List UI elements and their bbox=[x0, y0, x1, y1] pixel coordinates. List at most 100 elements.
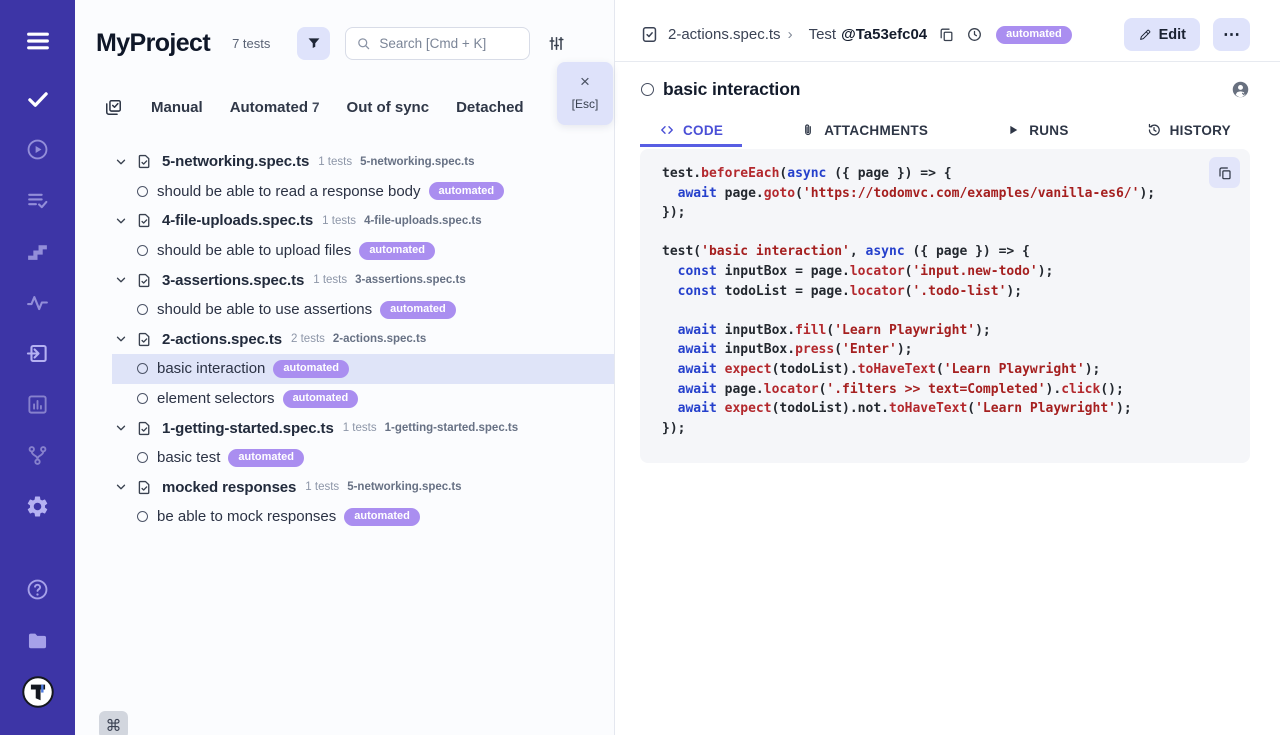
tab-runs[interactable]: RUNS bbox=[986, 116, 1087, 147]
esc-tooltip[interactable]: × [Esc] bbox=[557, 62, 613, 125]
code-block: test.beforeEach(async ({ page }) => { aw… bbox=[640, 149, 1250, 463]
detail-tabs: CODE ATTACHMENTS RUNS HISTORY bbox=[640, 116, 1250, 147]
spec-file-name: 2-actions.spec.ts bbox=[333, 333, 426, 345]
copy-code-button[interactable] bbox=[1209, 157, 1240, 188]
tree-test-row[interactable]: should be able to upload files automated bbox=[75, 236, 614, 266]
spec-file-name: 5-networking.spec.ts bbox=[347, 481, 461, 493]
code-content: test.beforeEach(async ({ page }) => { aw… bbox=[662, 164, 1210, 438]
test-status-icon bbox=[137, 304, 148, 315]
test-status-icon bbox=[137, 452, 148, 463]
tests-count: 7 tests bbox=[232, 36, 270, 51]
spec-file-icon bbox=[136, 331, 153, 348]
spec-file-name: 3-assertions.spec.ts bbox=[355, 274, 466, 286]
tree-test-row[interactable]: element selectorsautomated bbox=[75, 384, 614, 414]
chevron-down-icon[interactable] bbox=[114, 214, 128, 228]
sidebar bbox=[0, 0, 75, 735]
sidebar-branch-icon[interactable] bbox=[16, 430, 60, 481]
spec-name: mocked responses bbox=[162, 479, 296, 496]
spec-test-count: 1 tests bbox=[305, 481, 339, 493]
chevron-down-icon[interactable] bbox=[114, 421, 128, 435]
filter-tab-manual[interactable]: Manual bbox=[151, 99, 203, 116]
spec-file-name: 5-networking.spec.ts bbox=[360, 156, 474, 168]
tab-code[interactable]: CODE bbox=[640, 116, 742, 147]
detail-header: 2-actions.spec.ts › Test @Ta53efc04 auto… bbox=[615, 0, 1280, 62]
breadcrumb-entity: Test bbox=[809, 26, 837, 43]
automated-badge: automated bbox=[273, 360, 349, 378]
esc-label: [Esc] bbox=[572, 97, 599, 111]
tree-spec-row[interactable]: 5-networking.spec.ts 1 tests 5-networking.… bbox=[75, 147, 614, 177]
tree-spec-row[interactable]: mocked responses 1 tests 5-networking.spec… bbox=[75, 473, 614, 503]
chevron-down-icon[interactable] bbox=[114, 155, 128, 169]
tree-spec-row[interactable]: 1-getting-started.spec.ts1 tests1-gettin… bbox=[75, 413, 614, 443]
sidebar-logo-icon[interactable] bbox=[16, 666, 60, 717]
test-id: @Ta53efc04 bbox=[841, 26, 927, 43]
sidebar-pulse-icon[interactable] bbox=[16, 277, 60, 328]
breadcrumb-spec[interactable]: 2-actions.spec.ts bbox=[668, 26, 781, 43]
chevron-down-icon[interactable] bbox=[114, 480, 128, 494]
spec-name: 4-file-uploads.spec.ts bbox=[162, 212, 313, 229]
tree-test-row[interactable]: basic testautomated bbox=[75, 443, 614, 473]
tree-spec-row[interactable]: 4-file-uploads.spec.ts1 tests4-file-uplo… bbox=[75, 206, 614, 236]
spec-file-name: 1-getting-started.spec.ts bbox=[385, 422, 519, 434]
tree-test-row[interactable]: should be able to use assertionsautomate… bbox=[75, 295, 614, 325]
sidebar-bar-chart-icon[interactable] bbox=[16, 379, 60, 430]
test-tree: 5-networking.spec.ts 1 tests 5-networking.… bbox=[75, 147, 614, 532]
test-status-icon bbox=[137, 363, 148, 374]
filter-tab-automated[interactable]: Automated7 bbox=[230, 99, 320, 116]
spec-test-count: 2 tests bbox=[291, 333, 325, 345]
sidebar-stairs-icon[interactable] bbox=[16, 226, 60, 277]
test-detail-panel: 2-actions.spec.ts › Test @Ta53efc04 auto… bbox=[615, 0, 1280, 735]
chevron-down-icon[interactable] bbox=[114, 273, 128, 287]
cmd-shortcut-button[interactable]: ⌘ bbox=[99, 711, 128, 735]
sidebar-menu-icon[interactable] bbox=[16, 14, 60, 67]
tree-test-row[interactable]: be able to mock responses automated bbox=[75, 502, 614, 532]
tab-attachments[interactable]: ATTACHMENTS bbox=[781, 116, 947, 147]
select-all-icon[interactable] bbox=[104, 98, 123, 117]
close-icon[interactable]: × bbox=[580, 73, 590, 90]
more-button[interactable]: ⋯ bbox=[1213, 18, 1250, 51]
funnel-icon bbox=[306, 35, 322, 51]
tree-test-row[interactable]: should be able to read a response bodyau… bbox=[75, 177, 614, 207]
search-box[interactable] bbox=[345, 27, 530, 60]
test-status-icon bbox=[641, 83, 654, 96]
tree-test-row[interactable]: basic interaction automated bbox=[112, 354, 614, 384]
test-name: basic interaction bbox=[157, 360, 265, 377]
spec-test-count: 1 tests bbox=[318, 156, 352, 168]
sidebar-folder-icon[interactable] bbox=[16, 615, 60, 666]
test-status-icon bbox=[137, 245, 148, 256]
assignee-avatar[interactable] bbox=[1231, 80, 1250, 99]
spec-name: 5-networking.spec.ts bbox=[162, 153, 309, 170]
filter-settings-icon[interactable] bbox=[547, 34, 566, 53]
test-status-icon bbox=[137, 393, 148, 404]
filter-button[interactable] bbox=[297, 27, 330, 60]
spec-name: 3-assertions.spec.ts bbox=[162, 272, 304, 289]
chevron-down-icon[interactable] bbox=[114, 332, 128, 346]
test-name: should be able to upload files bbox=[157, 242, 351, 259]
sidebar-import-icon[interactable] bbox=[16, 328, 60, 379]
filter-tab-out-of-sync[interactable]: Out of sync bbox=[347, 99, 430, 116]
test-name: be able to mock responses bbox=[157, 508, 336, 525]
tree-spec-row[interactable]: 2-actions.spec.ts 2 tests 2-actions.spec.t… bbox=[75, 325, 614, 355]
sidebar-check-icon[interactable] bbox=[16, 73, 60, 124]
edit-button[interactable]: Edit bbox=[1124, 18, 1200, 51]
spec-name: 2-actions.spec.ts bbox=[162, 331, 282, 348]
search-input[interactable] bbox=[379, 36, 519, 51]
sidebar-gear-icon[interactable] bbox=[16, 481, 60, 532]
filter-tab-detached[interactable]: Detached bbox=[456, 99, 524, 116]
sidebar-list-check-icon[interactable] bbox=[16, 175, 60, 226]
test-status-icon bbox=[137, 511, 148, 522]
automated-badge: automated bbox=[996, 26, 1072, 44]
tab-history[interactable]: HISTORY bbox=[1127, 116, 1250, 147]
test-name: element selectors bbox=[157, 390, 275, 407]
automated-badge: automated bbox=[344, 508, 420, 526]
tree-spec-row[interactable]: 3-assertions.spec.ts1 tests3-assertions.… bbox=[75, 265, 614, 295]
test-title-row: basic interaction bbox=[641, 75, 1250, 103]
copy-id-icon[interactable] bbox=[938, 26, 955, 43]
sidebar-play-circle-icon[interactable] bbox=[16, 124, 60, 175]
history-clock-icon[interactable] bbox=[966, 26, 983, 43]
spec-file-icon bbox=[136, 272, 153, 289]
automated-badge: automated bbox=[359, 242, 435, 260]
history-icon bbox=[1146, 122, 1162, 138]
sidebar-help-icon[interactable] bbox=[16, 564, 60, 615]
tests-panel-header: MyProject 7 tests ManualAutomated7Out of… bbox=[75, 0, 614, 120]
